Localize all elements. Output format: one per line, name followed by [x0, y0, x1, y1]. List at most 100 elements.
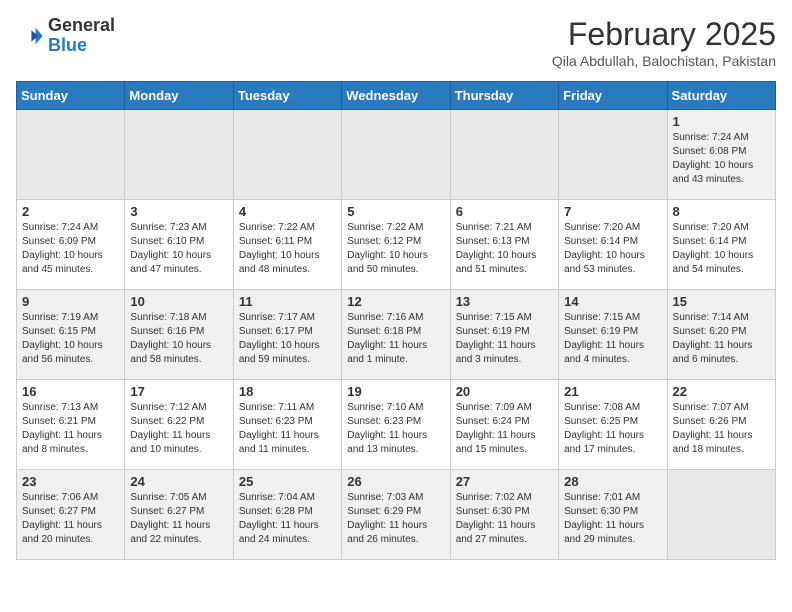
day-number: 16	[22, 384, 119, 399]
calendar-day-cell: 4 Sunrise: 7:22 AM Sunset: 6:11 PM Daylig…	[233, 200, 341, 290]
day-info: Sunrise: 7:16 AM Sunset: 6:18 PM Dayligh…	[347, 311, 444, 367]
day-of-week-header: Tuesday	[233, 82, 341, 110]
day-info: Sunrise: 7:10 AM Sunset: 6:23 PM Dayligh…	[347, 401, 444, 457]
day-info: Sunrise: 7:09 AM Sunset: 6:24 PM Dayligh…	[456, 401, 553, 457]
calendar-week-row: 16 Sunrise: 7:13 AM Sunset: 6:21 PM Dayli…	[17, 380, 776, 470]
day-info: Sunrise: 7:06 AM Sunset: 6:27 PM Dayligh…	[22, 491, 119, 547]
day-info: Sunrise: 7:21 AM Sunset: 6:13 PM Dayligh…	[456, 221, 553, 277]
calendar-day-cell: 18 Sunrise: 7:11 AM Sunset: 6:23 PM Dayli…	[233, 380, 341, 470]
day-number: 2	[22, 204, 119, 219]
day-number: 9	[22, 294, 119, 309]
location-label: Qila Abdullah, Balochistan, Pakistan	[552, 53, 776, 69]
day-info: Sunrise: 7:13 AM Sunset: 6:21 PM Dayligh…	[22, 401, 119, 457]
day-info: Sunrise: 7:23 AM Sunset: 6:10 PM Dayligh…	[130, 221, 227, 277]
calendar-day-cell	[17, 110, 125, 200]
day-info: Sunrise: 7:22 AM Sunset: 6:12 PM Dayligh…	[347, 221, 444, 277]
calendar-table: SundayMondayTuesdayWednesdayThursdayFrid…	[16, 81, 776, 560]
day-info: Sunrise: 7:05 AM Sunset: 6:27 PM Dayligh…	[130, 491, 227, 547]
day-number: 22	[673, 384, 770, 399]
logo: General Blue	[16, 16, 115, 56]
calendar-day-cell: 12 Sunrise: 7:16 AM Sunset: 6:18 PM Dayli…	[342, 290, 450, 380]
day-info: Sunrise: 7:24 AM Sunset: 6:09 PM Dayligh…	[22, 221, 119, 277]
day-info: Sunrise: 7:04 AM Sunset: 6:28 PM Dayligh…	[239, 491, 336, 547]
day-of-week-header: Friday	[559, 82, 667, 110]
day-number: 5	[347, 204, 444, 219]
calendar-day-cell: 17Sunrise: 7:12 AM Sunset: 6:22 PM Dayli…	[125, 380, 233, 470]
logo-general-text: General	[48, 15, 115, 35]
calendar-day-cell	[559, 110, 667, 200]
day-number: 17	[130, 384, 227, 399]
calendar-header-row: SundayMondayTuesdayWednesdayThursdayFrid…	[17, 82, 776, 110]
day-info: Sunrise: 7:11 AM Sunset: 6:23 PM Dayligh…	[239, 401, 336, 457]
day-number: 15	[673, 294, 770, 309]
day-number: 19	[347, 384, 444, 399]
day-info: Sunrise: 7:15 AM Sunset: 6:19 PM Dayligh…	[456, 311, 553, 367]
calendar-day-cell: 24 Sunrise: 7:05 AM Sunset: 6:27 PM Dayli…	[125, 470, 233, 560]
calendar-day-cell: 11Sunrise: 7:17 AM Sunset: 6:17 PM Dayli…	[233, 290, 341, 380]
calendar-day-cell: 22 Sunrise: 7:07 AM Sunset: 6:26 PM Dayli…	[667, 380, 775, 470]
day-number: 21	[564, 384, 661, 399]
day-number: 28	[564, 474, 661, 489]
calendar-day-cell: 19 Sunrise: 7:10 AM Sunset: 6:23 PM Dayli…	[342, 380, 450, 470]
day-of-week-header: Monday	[125, 82, 233, 110]
day-info: Sunrise: 7:24 AM Sunset: 6:08 PM Dayligh…	[673, 131, 770, 187]
day-info: Sunrise: 7:07 AM Sunset: 6:26 PM Dayligh…	[673, 401, 770, 457]
day-number: 23	[22, 474, 119, 489]
title-block: February 2025 Qila Abdullah, Balochistan…	[552, 16, 776, 69]
day-of-week-header: Wednesday	[342, 82, 450, 110]
month-year-title: February 2025	[552, 16, 776, 53]
calendar-day-cell: 5 Sunrise: 7:22 AM Sunset: 6:12 PM Daylig…	[342, 200, 450, 290]
calendar-day-cell: 7 Sunrise: 7:20 AM Sunset: 6:14 PM Daylig…	[559, 200, 667, 290]
day-number: 11	[239, 294, 336, 309]
day-number: 10	[130, 294, 227, 309]
calendar-day-cell: 28 Sunrise: 7:01 AM Sunset: 6:30 PM Dayli…	[559, 470, 667, 560]
calendar-day-cell: 6Sunrise: 7:21 AM Sunset: 6:13 PM Daylig…	[450, 200, 558, 290]
calendar-day-cell: 13 Sunrise: 7:15 AM Sunset: 6:19 PM Dayli…	[450, 290, 558, 380]
day-info: Sunrise: 7:01 AM Sunset: 6:30 PM Dayligh…	[564, 491, 661, 547]
day-number: 26	[347, 474, 444, 489]
calendar-day-cell	[233, 110, 341, 200]
calendar-week-row: 1 Sunrise: 7:24 AM Sunset: 6:08 PM Daylig…	[17, 110, 776, 200]
day-number: 8	[673, 204, 770, 219]
day-info: Sunrise: 7:22 AM Sunset: 6:11 PM Dayligh…	[239, 221, 336, 277]
calendar-day-cell: 10 Sunrise: 7:18 AM Sunset: 6:16 PM Dayli…	[125, 290, 233, 380]
logo-icon	[16, 22, 44, 50]
calendar-day-cell: 14Sunrise: 7:15 AM Sunset: 6:19 PM Dayli…	[559, 290, 667, 380]
day-number: 24	[130, 474, 227, 489]
calendar-week-row: 9Sunrise: 7:19 AM Sunset: 6:15 PM Daylig…	[17, 290, 776, 380]
day-of-week-header: Thursday	[450, 82, 558, 110]
calendar-day-cell	[125, 110, 233, 200]
day-number: 20	[456, 384, 553, 399]
calendar-day-cell: 20 Sunrise: 7:09 AM Sunset: 6:24 PM Dayli…	[450, 380, 558, 470]
logo-blue-text: Blue	[48, 35, 87, 55]
day-info: Sunrise: 7:20 AM Sunset: 6:14 PM Dayligh…	[673, 221, 770, 277]
day-number: 3	[130, 204, 227, 219]
calendar-day-cell	[342, 110, 450, 200]
calendar-week-row: 23 Sunrise: 7:06 AM Sunset: 6:27 PM Dayli…	[17, 470, 776, 560]
calendar-week-row: 2 Sunrise: 7:24 AM Sunset: 6:09 PM Daylig…	[17, 200, 776, 290]
calendar-day-cell: 2 Sunrise: 7:24 AM Sunset: 6:09 PM Daylig…	[17, 200, 125, 290]
calendar-day-cell: 8 Sunrise: 7:20 AM Sunset: 6:14 PM Daylig…	[667, 200, 775, 290]
day-number: 27	[456, 474, 553, 489]
calendar-day-cell: 25 Sunrise: 7:04 AM Sunset: 6:28 PM Dayli…	[233, 470, 341, 560]
calendar-day-cell	[667, 470, 775, 560]
day-info: Sunrise: 7:18 AM Sunset: 6:16 PM Dayligh…	[130, 311, 227, 367]
day-number: 12	[347, 294, 444, 309]
day-info: Sunrise: 7:02 AM Sunset: 6:30 PM Dayligh…	[456, 491, 553, 547]
calendar-day-cell: 1 Sunrise: 7:24 AM Sunset: 6:08 PM Daylig…	[667, 110, 775, 200]
calendar-day-cell: 27 Sunrise: 7:02 AM Sunset: 6:30 PM Dayli…	[450, 470, 558, 560]
calendar-day-cell: 21 Sunrise: 7:08 AM Sunset: 6:25 PM Dayli…	[559, 380, 667, 470]
day-number: 4	[239, 204, 336, 219]
day-number: 7	[564, 204, 661, 219]
calendar-day-cell: 3 Sunrise: 7:23 AM Sunset: 6:10 PM Daylig…	[125, 200, 233, 290]
day-info: Sunrise: 7:15 AM Sunset: 6:19 PM Dayligh…	[564, 311, 661, 367]
calendar-day-cell	[450, 110, 558, 200]
day-number: 1	[673, 114, 770, 129]
day-info: Sunrise: 7:20 AM Sunset: 6:14 PM Dayligh…	[564, 221, 661, 277]
day-number: 25	[239, 474, 336, 489]
calendar-day-cell: 26Sunrise: 7:03 AM Sunset: 6:29 PM Dayli…	[342, 470, 450, 560]
day-number: 18	[239, 384, 336, 399]
day-info: Sunrise: 7:08 AM Sunset: 6:25 PM Dayligh…	[564, 401, 661, 457]
day-number: 13	[456, 294, 553, 309]
calendar-day-cell: 16 Sunrise: 7:13 AM Sunset: 6:21 PM Dayli…	[17, 380, 125, 470]
